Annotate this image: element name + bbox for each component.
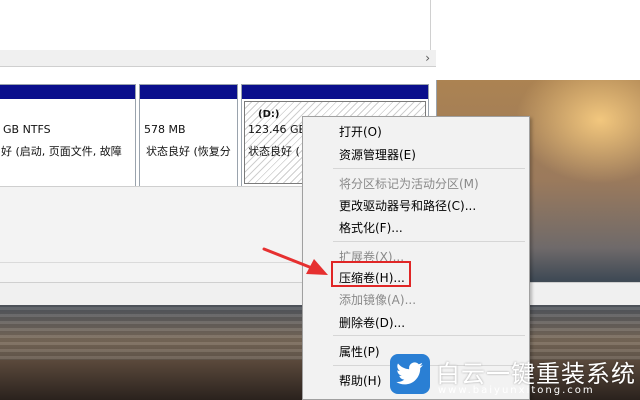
partition-size: 578 MB xyxy=(144,123,186,136)
partition-bar xyxy=(0,85,135,99)
menu-item-open[interactable]: 打开(O) xyxy=(339,123,382,140)
watermark: 白云一键重装系统 www.baiyunxitong.com xyxy=(390,352,640,400)
highlight-box xyxy=(331,261,411,287)
vertical-divider xyxy=(430,0,431,50)
menu-item-delete-volume[interactable]: 删除卷(D)... xyxy=(339,314,405,331)
partition-bar xyxy=(242,85,428,99)
red-arrow-icon xyxy=(262,247,328,275)
watermark-url: www.baiyunxitong.com xyxy=(438,385,595,396)
volume-list-area xyxy=(0,0,436,51)
partition-status: 状态良好 (恢复分 xyxy=(146,145,231,158)
menu-item-mark-active[interactable]: 将分区标记为活动分区(M) xyxy=(339,175,479,192)
menu-item-add-mirror[interactable]: 添加镜像(A)... xyxy=(339,291,416,308)
partition-size: GB NTFS xyxy=(3,123,51,136)
menu-separator xyxy=(333,335,525,336)
partition-status: 好 (启动, 页面文件, 故障 xyxy=(1,145,122,158)
partition-bar xyxy=(140,85,237,99)
partition-size: 123.46 GB xyxy=(248,123,307,136)
menu-item-explorer[interactable]: 资源管理器(E) xyxy=(339,146,416,163)
partition-name: (D:) xyxy=(258,109,280,120)
partition-system[interactable]: GB NTFS 好 (启动, 页面文件, 故障 xyxy=(0,84,136,187)
menu-item-format[interactable]: 格式化(F)... xyxy=(339,219,403,236)
menu-item-properties[interactable]: 属性(P) xyxy=(339,343,380,360)
twitter-bird-icon xyxy=(390,354,430,394)
menu-item-help[interactable]: 帮助(H) xyxy=(339,372,381,389)
window-background-right xyxy=(436,0,640,80)
menu-separator xyxy=(333,168,525,169)
menu-item-change-drive-letter[interactable]: 更改驱动器号和路径(C)... xyxy=(339,197,476,214)
watermark-title: 白云一键重装系统 xyxy=(436,360,636,388)
scroll-right-icon[interactable]: › xyxy=(425,51,430,65)
menu-separator xyxy=(333,241,525,242)
partition-status: 状态良好 ( xyxy=(248,145,300,158)
horizontal-scrollbar[interactable]: › xyxy=(0,50,436,67)
partition-recovery[interactable]: 578 MB 状态良好 (恢复分 xyxy=(139,84,238,187)
